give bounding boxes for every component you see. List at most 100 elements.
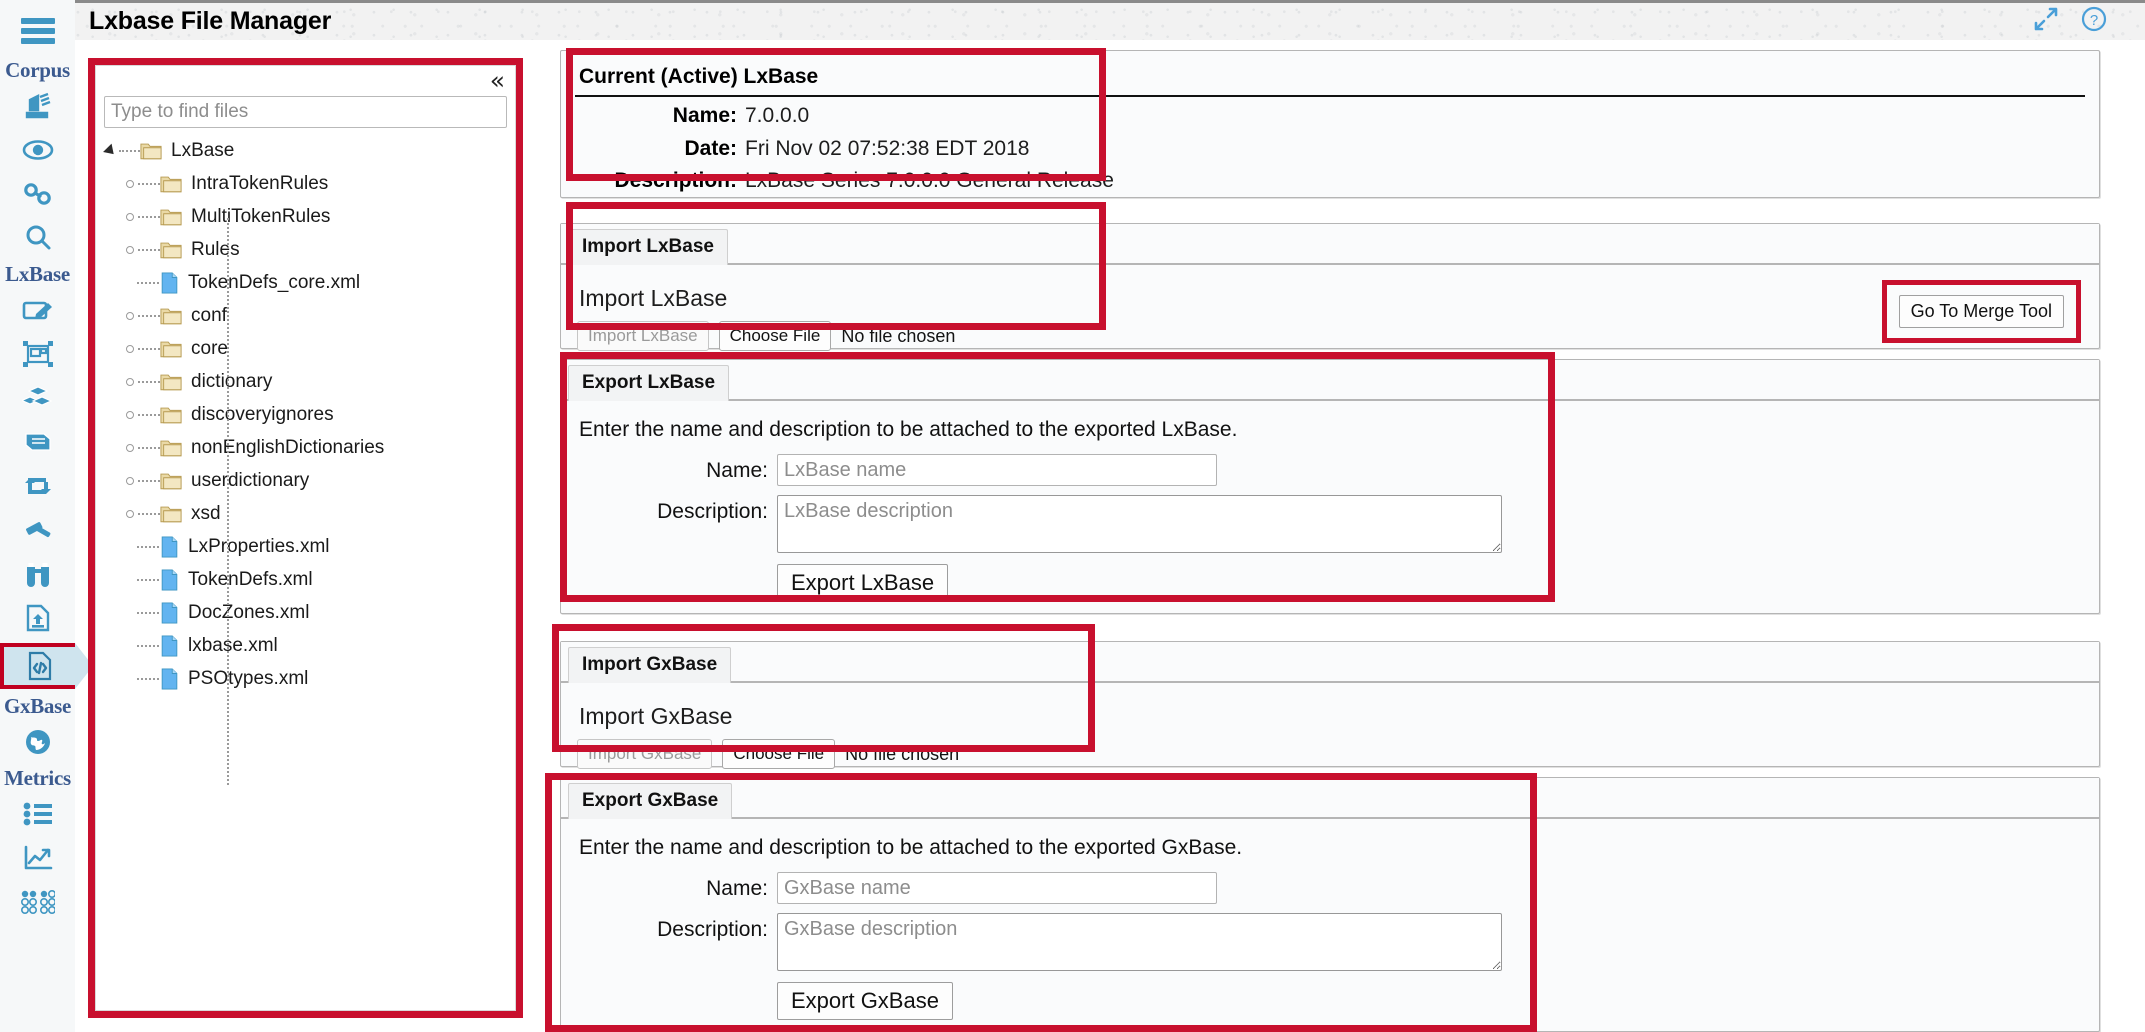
tree-leaf-icon [126, 281, 160, 284]
search-input[interactable] [104, 96, 507, 128]
tree-node[interactable]: MultiTokenRules [96, 200, 515, 233]
blocks-icon[interactable] [15, 379, 61, 417]
globe-icon[interactable] [15, 723, 61, 761]
refresh-loop-icon[interactable] [15, 467, 61, 505]
no-file-chosen-label-lxbase: No file chosen [841, 325, 956, 346]
import-lxbase-button[interactable]: Import LxBase [577, 321, 709, 352]
tree-collapsed-node-icon[interactable] [126, 344, 160, 353]
xml-file-icon [160, 667, 188, 690]
question-circle-icon[interactable]: ? [2081, 6, 2107, 37]
export-lxbase-name-input[interactable] [777, 454, 1217, 486]
tree-node[interactable]: nonEnglishDictionaries [96, 431, 515, 464]
tree-node[interactable]: core [96, 332, 515, 365]
tree-node[interactable]: dictionary [96, 365, 515, 398]
tree-node-label: xsd [191, 502, 221, 524]
export-gxbase-name-input[interactable] [777, 872, 1217, 904]
dots-grid-icon[interactable] [15, 883, 61, 921]
expand-arrows-icon[interactable] [2033, 6, 2059, 37]
export-lxbase-name-label: Name: [706, 459, 768, 482]
tree-leaf-icon [126, 644, 160, 647]
tree-node[interactable]: LxBase [96, 134, 515, 167]
double-chevron-left-icon[interactable]: « [490, 68, 505, 93]
titlebar-actions: ? [2033, 6, 2107, 37]
file-upload-icon[interactable] [15, 599, 61, 637]
tree-node-label: nonEnglishDictionaries [191, 436, 385, 458]
tab-export-lxbase[interactable]: Export LxBase [568, 365, 730, 401]
tree-node[interactable]: DocZones.xml [96, 596, 515, 629]
current-lxbase-description-row: Description: LxBase Series 7.0.0.0 Gener… [575, 167, 2085, 195]
export-lxbase-name-row: Name: [577, 454, 2083, 486]
book-icon[interactable] [15, 423, 61, 461]
tab-export-gxbase[interactable]: Export GxBase [568, 783, 733, 819]
tree-node-label: TokenDefs_core.xml [188, 271, 361, 293]
export-lxbase-description-textarea[interactable] [777, 495, 1502, 553]
tree-node[interactable]: conf [96, 299, 515, 332]
tree-node[interactable]: userdictionary [96, 464, 515, 497]
tree-node[interactable]: TokenDefs_core.xml [96, 266, 515, 299]
tree-node[interactable]: LxProperties.xml [96, 530, 515, 563]
binoculars-icon[interactable] [15, 555, 61, 593]
folder-icon [160, 306, 191, 325]
tree-node-label: IntraTokenRules [191, 172, 329, 194]
folder-icon [160, 372, 191, 391]
export-lxbase-button[interactable]: Export LxBase [777, 564, 949, 602]
tree-leaf-icon [126, 578, 160, 581]
link-chain-icon[interactable] [15, 175, 61, 213]
tree-node[interactable]: PSOtypes.xml [96, 662, 515, 695]
tree-node[interactable]: TokenDefs.xml [96, 563, 515, 596]
tree-node[interactable]: Rules [96, 233, 515, 266]
current-lxbase-panel: Current (Active) LxBase Name: 7.0.0.0 Da… [560, 50, 2100, 198]
choose-file-button-lxbase[interactable]: Choose File [718, 321, 832, 352]
name-label: Name: [672, 104, 737, 127]
magnifier-icon[interactable] [15, 219, 61, 257]
import-gxbase-button[interactable]: Import GxBase [577, 739, 713, 770]
export-lxbase-description-row: Description: [577, 495, 2083, 553]
choose-file-button-gxbase[interactable]: Choose File [722, 739, 836, 770]
tree-node[interactable]: xsd [96, 497, 515, 530]
tree-expander-icon[interactable] [103, 143, 140, 158]
tree-collapsed-node-icon[interactable] [126, 410, 160, 419]
tree-node-label: discoveryignores [191, 403, 334, 425]
eye-icon[interactable] [15, 131, 61, 169]
gavel-icon[interactable] [15, 511, 61, 549]
tree-collapsed-node-icon[interactable] [126, 245, 160, 254]
tree-node[interactable]: discoveryignores [96, 398, 515, 431]
import-gxbase-section-title: Import GxBase [579, 703, 733, 729]
folder-icon [160, 207, 191, 226]
export-lxbase-panel: Export LxBase Enter the name and descrip… [560, 359, 2100, 614]
tree-node-label: LxProperties.xml [188, 535, 330, 557]
export-gxbase-instruction: Enter the name and description to be att… [579, 836, 1243, 859]
trend-chart-icon[interactable] [15, 839, 61, 877]
page-title: Lxbase File Manager [89, 7, 332, 35]
tree-collapsed-node-icon[interactable] [126, 377, 160, 386]
hamburger-menu-icon[interactable] [20, 14, 55, 48]
edit-pencil-icon[interactable] [15, 291, 61, 329]
import-lxbase-section-title: Import LxBase [579, 285, 728, 311]
rail-group-label-lxbase: LxBase [5, 262, 70, 286]
tree-leaf-icon [126, 677, 160, 680]
tree-collapsed-node-icon[interactable] [126, 476, 160, 485]
tree-node-label: userdictionary [191, 469, 310, 491]
export-gxbase-button[interactable]: Export GxBase [777, 982, 953, 1020]
tree-node-label: lxbase.xml [188, 634, 278, 656]
tab-import-gxbase[interactable]: Import GxBase [568, 647, 732, 683]
export-lxbase-instruction: Enter the name and description to be att… [579, 418, 1238, 441]
tab-import-lxbase[interactable]: Import LxBase [568, 229, 728, 265]
tree-collapsed-node-icon[interactable] [126, 179, 160, 188]
tree-collapsed-node-icon[interactable] [126, 443, 160, 452]
go-to-merge-tool-button[interactable]: Go To Merge Tool [1898, 295, 2064, 328]
description-label: Description: [614, 169, 737, 193]
export-gxbase-description-textarea[interactable] [777, 913, 1502, 971]
tree-collapsed-node-icon[interactable] [126, 311, 160, 320]
tree-node[interactable]: lxbase.xml [96, 629, 515, 662]
rail-group-label-metrics: Metrics [4, 766, 71, 790]
tree-collapsed-node-icon[interactable] [126, 212, 160, 221]
code-file-icon[interactable] [0, 643, 93, 689]
documents-stack-icon[interactable] [15, 87, 61, 125]
layout-frame-icon[interactable] [15, 335, 61, 373]
list-icon[interactable] [15, 795, 61, 833]
tree-collapsed-node-icon[interactable] [126, 509, 160, 518]
import-gxbase-file-row: Import GxBase Choose File No file chosen [577, 739, 2083, 770]
tree-node[interactable]: IntraTokenRules [96, 167, 515, 200]
export-gxbase-button-row: Export GxBase [577, 982, 2083, 1020]
